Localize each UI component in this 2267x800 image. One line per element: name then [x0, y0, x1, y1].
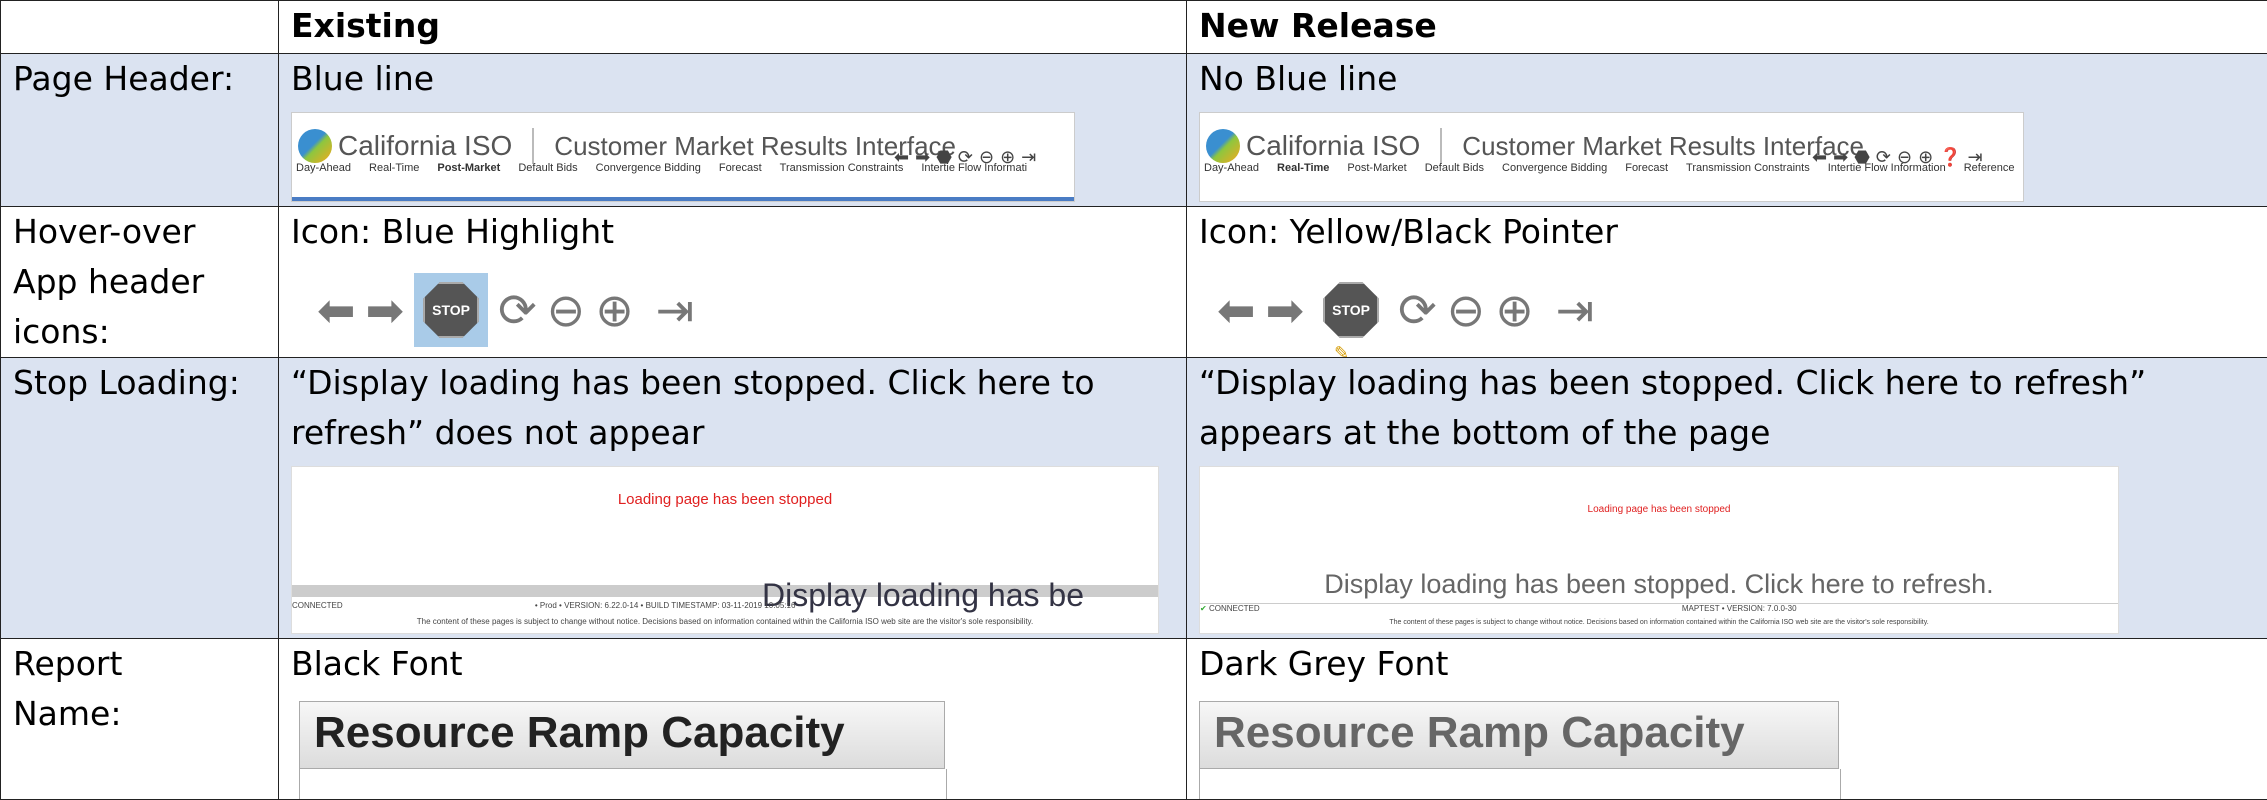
new-header-screenshot: California ISO Customer Market Results I…: [1199, 112, 2024, 202]
loading-stopped-message: Loading page has been stopped: [292, 491, 1158, 509]
new-report-panel: [1199, 769, 1841, 799]
page-header-new-cell: No Blue line California ISO Customer Mar…: [1187, 54, 2267, 207]
display-loading-refresh-link[interactable]: Display loading has been stopped. Click …: [1200, 569, 2118, 599]
connected-status: CONNECTED: [1209, 604, 1260, 613]
stop-existing-text-1: “Display loading has been stopped. Click…: [291, 358, 1186, 408]
nav-tab[interactable]: Convergence Bidding: [1502, 143, 1607, 193]
nav-tab[interactable]: Intertie Flow Information: [1828, 143, 1946, 193]
exit-icon[interactable]: ⇥: [656, 285, 695, 335]
new-report-title: Resource Ramp Capacity: [1199, 701, 1839, 769]
hover-new-text: Icon: Yellow/Black Pointer: [1199, 207, 2267, 257]
nav-tab[interactable]: Default Bids: [518, 143, 577, 193]
nav-tab[interactable]: Real-Time: [369, 143, 419, 193]
stop-button-highlighted[interactable]: STOP: [414, 273, 488, 347]
report-new-cell: Dark Grey Font Resource Ramp Capacity: [1187, 639, 2267, 800]
page-header-existing-cell: Blue line California ISO Customer Market…: [279, 54, 1187, 207]
stop-button[interactable]: STOP ✎: [1314, 273, 1388, 347]
refresh-icon[interactable]: ⟳: [1398, 285, 1437, 335]
nav-tab[interactable]: Post-Market: [437, 143, 500, 193]
refresh-icon[interactable]: ⟳: [498, 285, 537, 335]
existing-column-header: Existing: [279, 1, 1187, 54]
report-label-line-1: Report: [13, 639, 278, 689]
zoom-out-icon[interactable]: ⊖: [547, 285, 586, 335]
existing-header-screenshot: California ISO Customer Market Results I…: [291, 112, 1075, 202]
nav-tab[interactable]: Day-Ahead: [1204, 143, 1259, 193]
comparison-table: Existing New Release Page Header: Blue l…: [0, 0, 2267, 800]
nav-tab[interactable]: Post-Market: [1347, 143, 1406, 193]
corner-cell: [1, 1, 279, 54]
new-footer: ✔ CONNECTED MAPTEST • VERSION: 7.0.0-30 …: [1200, 603, 2118, 633]
page-header-existing-text: Blue line: [291, 54, 1186, 104]
nav-tab[interactable]: Transmission Constraints: [780, 143, 904, 193]
stop-new-cell: “Display loading has been stopped. Click…: [1187, 358, 2267, 639]
existing-report-title: Resource Ramp Capacity: [299, 701, 945, 769]
page-header-label: Page Header:: [1, 54, 279, 207]
back-arrow-icon[interactable]: ⬅: [317, 285, 356, 335]
nav-tab[interactable]: Real-Time: [1277, 143, 1329, 193]
existing-stop-screenshot: Loading page has been stopped Display lo…: [291, 466, 1159, 634]
hover-label-line-1: Hover-over: [13, 207, 278, 257]
forward-arrow-icon[interactable]: ➡: [366, 285, 405, 335]
nav-tab[interactable]: Forecast: [1625, 143, 1668, 193]
stop-existing-text-2: refresh” does not appear: [291, 408, 1186, 458]
new-icon-toolbar: ⬅ ➡ STOP ✎ ⟳ ⊖ ⊕ ⇥: [1217, 273, 1594, 347]
disclaimer-text: The content of these pages is subject to…: [1200, 614, 2118, 628]
nav-tab[interactable]: Convergence Bidding: [596, 143, 701, 193]
stop-new-text-2: appears at the bottom of the page: [1199, 408, 2267, 458]
exit-icon[interactable]: ⇥: [1556, 285, 1595, 335]
new-stop-screenshot: Loading page has been stopped Display lo…: [1199, 466, 2119, 634]
hover-new-cell: Icon: Yellow/Black Pointer ⬅ ➡ STOP ✎ ⟳ …: [1187, 207, 2267, 358]
stop-loading-label: Stop Loading:: [1, 358, 279, 639]
forward-arrow-icon[interactable]: ➡: [1266, 285, 1305, 335]
version-info: MAPTEST • VERSION: 7.0.0-30: [1682, 604, 1797, 613]
stop-icon: STOP: [1323, 282, 1379, 338]
blue-line: [292, 197, 1074, 201]
report-existing-cell: Black Font Resource Ramp Capacity: [279, 639, 1187, 800]
report-name-label: Report Name:: [1, 639, 279, 800]
hover-icons-label: Hover-over App header icons:: [1, 207, 279, 358]
report-existing-text: Black Font: [291, 639, 1186, 689]
report-label-line-2: Name:: [13, 689, 278, 739]
existing-footer: CONNECTED • Prod • VERSION: 6.22.0-14 • …: [292, 601, 1158, 633]
zoom-in-icon[interactable]: ⊕: [1495, 285, 1534, 335]
version-info: • Prod • VERSION: 6.22.0-14 • BUILD TIME…: [535, 601, 796, 610]
hover-existing-cell: Icon: Blue Highlight ⬅ ➡ STOP ⟳ ⊖ ⊕ ⇥: [279, 207, 1187, 358]
nav-tab[interactable]: Transmission Constraints: [1686, 143, 1810, 193]
hover-label-line-2: App header: [13, 257, 278, 307]
connected-status: CONNECTED: [292, 601, 343, 610]
new-release-column-header: New Release: [1187, 1, 2267, 54]
pointer-cursor-icon: ✎: [1334, 329, 1349, 358]
connected-icon: ✔: [1200, 604, 1207, 613]
nav-tab[interactable]: Day-Ahead: [296, 143, 351, 193]
nav-tab[interactable]: Intertie Flow Informati: [921, 143, 1027, 193]
nav-tab[interactable]: Forecast: [719, 143, 762, 193]
stop-icon: STOP: [423, 282, 479, 338]
new-nav-bar: Day-Ahead Real-Time Post-Market Default Bid…: [1204, 143, 2014, 193]
nav-tab[interactable]: Reference: [1964, 143, 2015, 193]
loading-stopped-message: Loading page has been stopped: [1200, 501, 2118, 519]
stop-existing-cell: “Display loading has been stopped. Click…: [279, 358, 1187, 639]
existing-nav-bar: Day-Ahead Real-Time Post-Market Default Bid…: [296, 143, 1027, 193]
nav-tab[interactable]: Default Bids: [1425, 143, 1484, 193]
stop-new-text-1: “Display loading has been stopped. Click…: [1199, 358, 2267, 408]
existing-icon-toolbar: ⬅ ➡ STOP ⟳ ⊖ ⊕ ⇥: [317, 273, 694, 347]
hover-existing-text: Icon: Blue Highlight: [291, 207, 1186, 257]
existing-report-panel: [299, 769, 947, 799]
zoom-out-icon[interactable]: ⊖: [1447, 285, 1486, 335]
page-header-new-text: No Blue line: [1199, 54, 2267, 104]
zoom-in-icon[interactable]: ⊕: [595, 285, 634, 335]
disclaimer-text: The content of these pages is subject to…: [292, 611, 1158, 627]
hover-label-line-3: icons:: [13, 307, 278, 357]
report-new-text: Dark Grey Font: [1199, 639, 2267, 689]
back-arrow-icon[interactable]: ⬅: [1217, 285, 1256, 335]
